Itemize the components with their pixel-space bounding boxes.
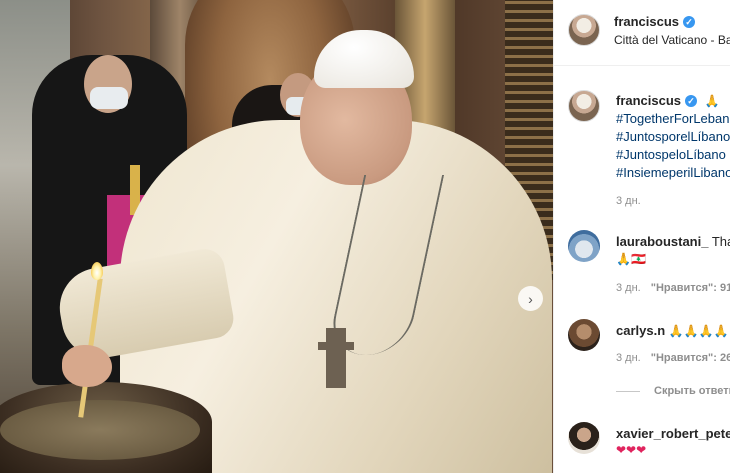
photo-sand [0,400,200,460]
comment: carlys.n 🙏🙏🙏🙏 [616,323,729,338]
comment-meta: 3 дн. "Нравится": 26 [616,352,730,364]
comment-avatar[interactable] [568,230,600,262]
comment: lauraboustani_ Thank you [616,234,730,249]
comment-avatar[interactable] [568,319,600,351]
hide-replies-button[interactable]: Скрыть ответы [654,385,730,397]
comment-username[interactable]: carlys.n [616,323,665,338]
comment-meta: 3 дн. "Нравится": 91 [616,282,730,294]
comment-likes[interactable]: "Нравится": 26 [651,352,730,364]
hashtag[interactable]: #JuntosporelLíbano [616,129,730,144]
comment-text: Thank you [711,234,730,249]
praying-hands-icon: 🙏 [704,94,720,108]
verified-badge-icon: ✓ [685,95,698,107]
comment-time[interactable]: 3 дн. [616,352,641,364]
next-photo-button[interactable]: › [518,286,543,311]
author-username[interactable]: franciscus ✓ [614,14,696,29]
comment-username[interactable]: lauraboustani_ [616,234,708,249]
replies-divider [616,391,640,392]
comment-text: 🙏🙏🙏🙏 [668,324,729,338]
caption-username-text[interactable]: franciscus [616,93,681,108]
author-username-text[interactable]: franciscus [614,14,679,29]
chevron-right-icon: › [528,290,533,307]
comment-likes[interactable]: "Нравится": 91 [651,282,730,294]
caption-avatar[interactable] [568,90,600,122]
photo-candle-flame [91,262,103,280]
comment-time[interactable]: 3 дн. [616,282,641,294]
hashtag[interactable]: #TogetherForLebanon [616,111,730,126]
post-photo[interactable]: › [0,0,553,473]
hashtag[interactable]: #InsiemeperilLibano [616,165,730,180]
author-avatar[interactable] [568,14,600,46]
post-location[interactable]: Città del Vaticano - Basilica di San Pie… [614,33,730,47]
caption-time[interactable]: 3 дн. [616,195,641,207]
post-header: franciscus ✓ Città del Vaticano - Basilic… [554,0,730,66]
comment-avatar[interactable] [568,422,600,454]
verified-badge-icon: ✓ [683,16,696,28]
photo-pectoral-cross [318,328,354,388]
comment-text: ❤❤❤ [616,443,647,457]
post-panel: franciscus ✓ Città del Vaticano - Basilic… [553,0,730,473]
photo-hand [62,345,112,387]
comment-username[interactable]: xavier_robert_peters [616,426,730,441]
comment: xavier_robert_peters [616,426,730,441]
hashtag[interactable]: #JuntospeloLíbano [616,147,726,162]
comment-emoji: 🙏🇱🇧 [616,252,646,266]
caption-username[interactable]: franciscus ✓ 🙏 [616,93,720,108]
